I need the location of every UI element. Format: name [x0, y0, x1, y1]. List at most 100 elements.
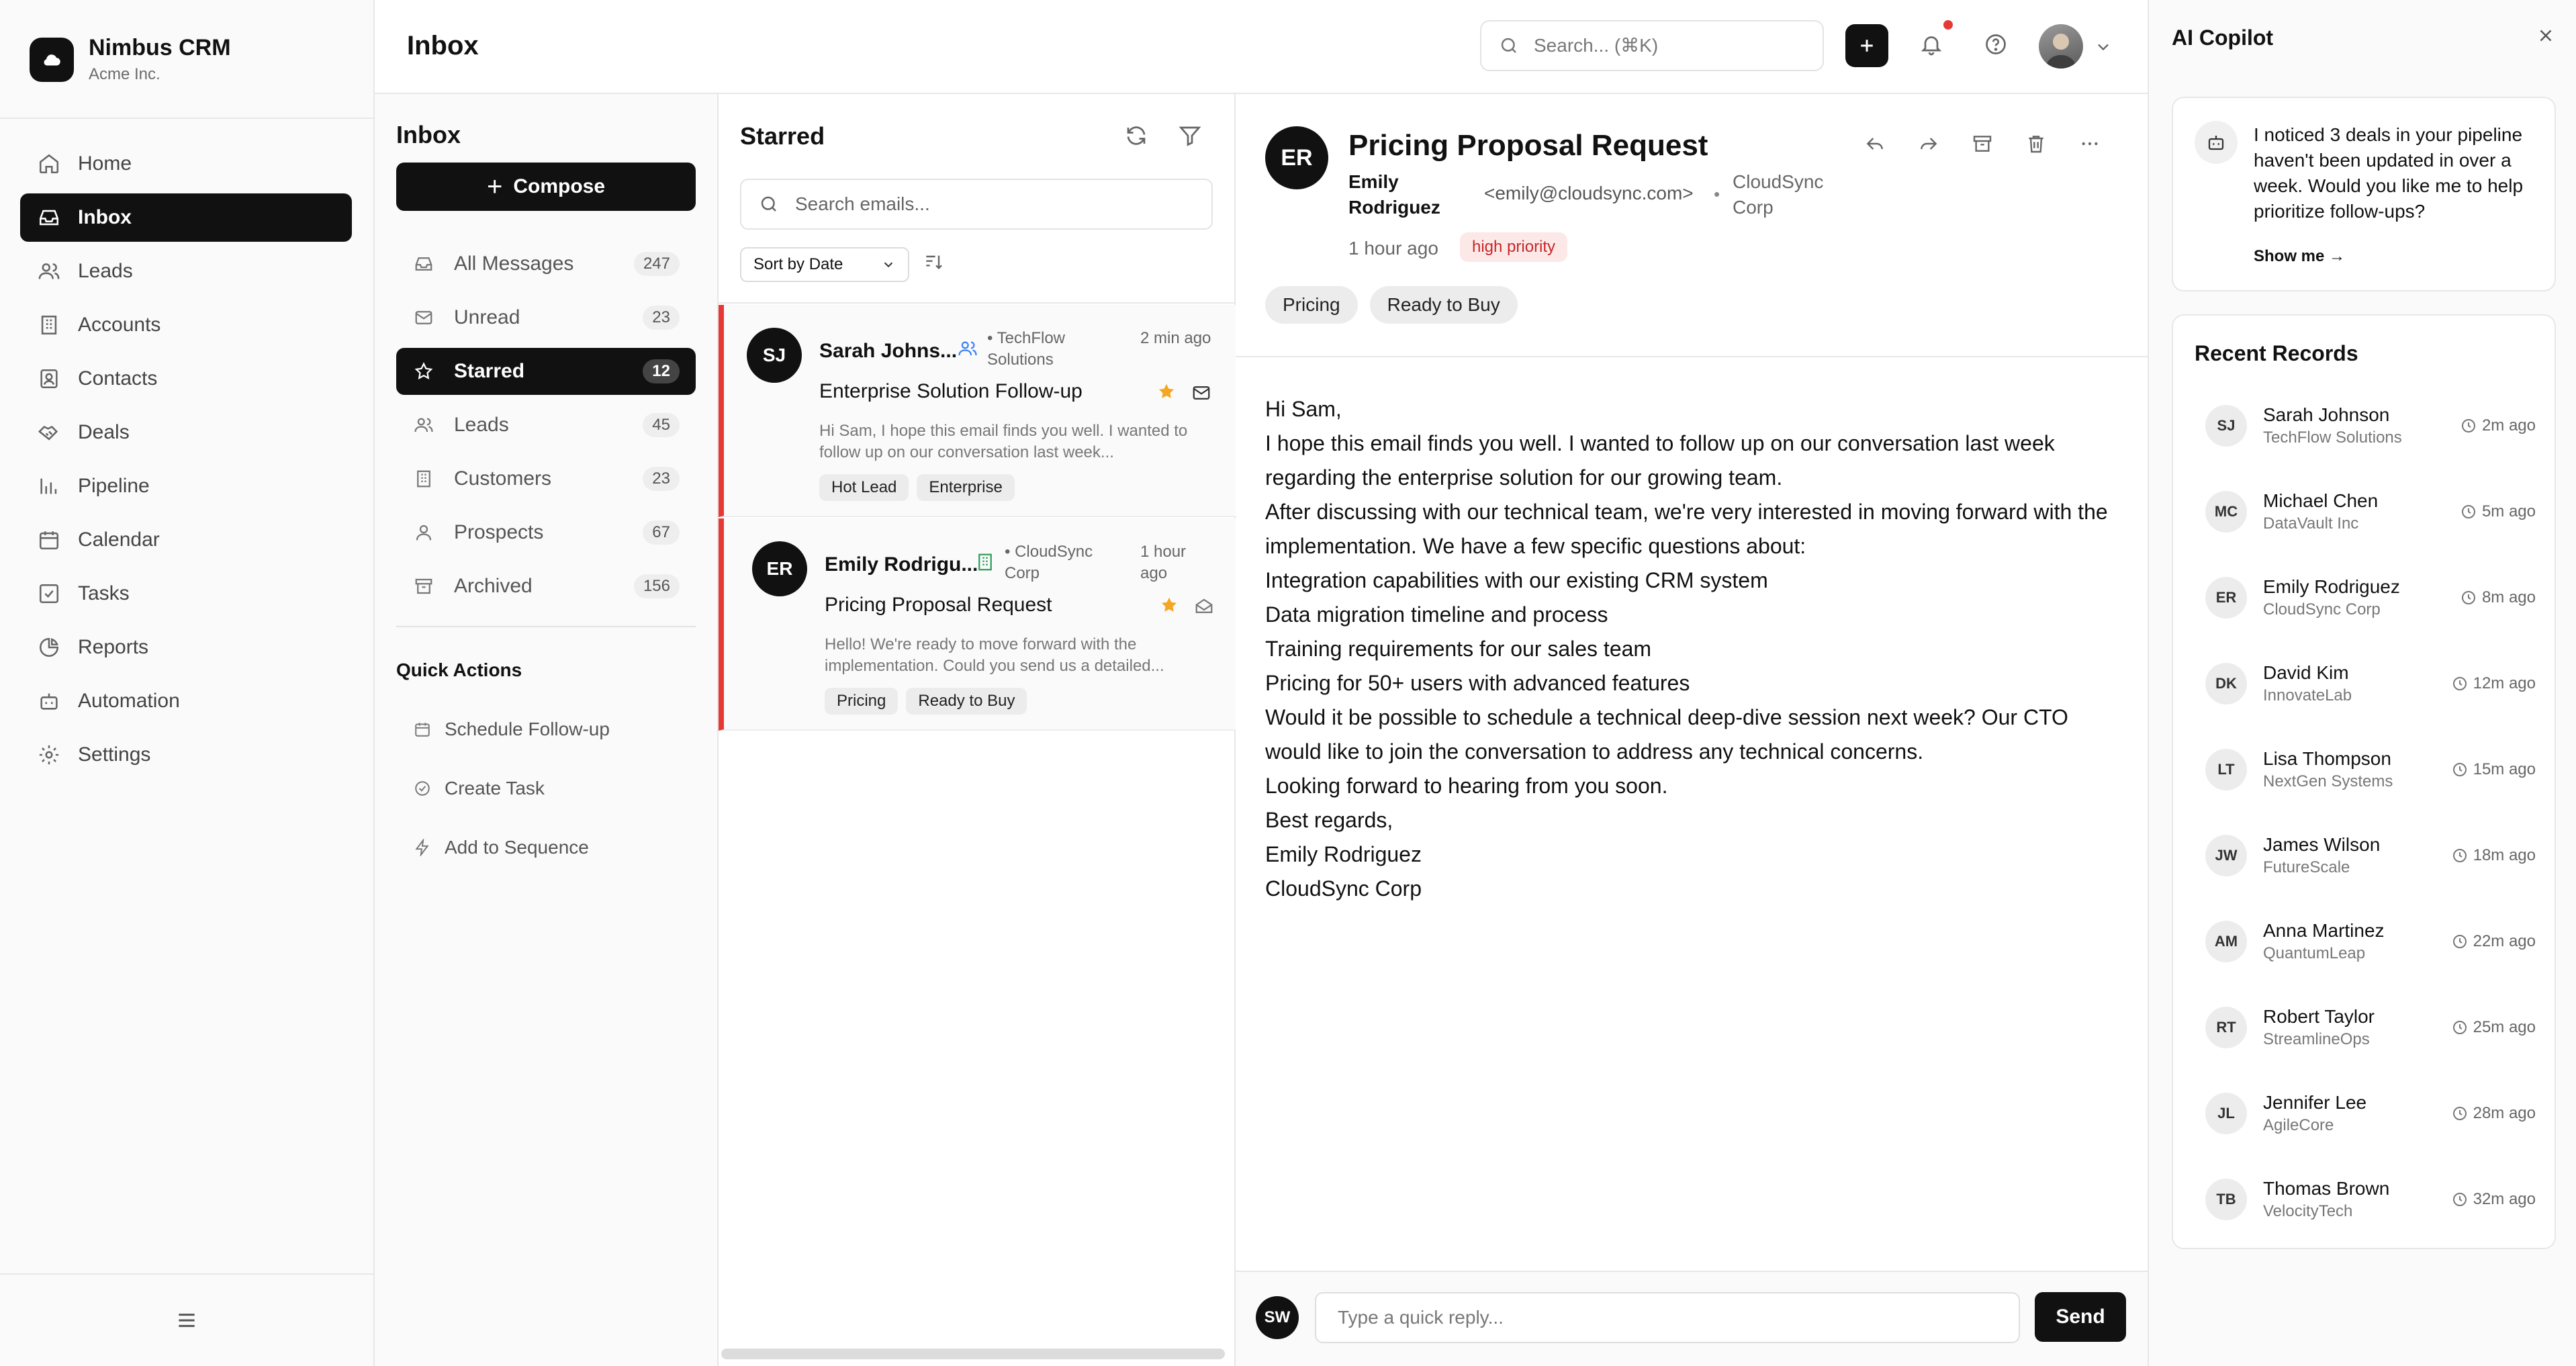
- nav-item-tasks[interactable]: Tasks: [20, 570, 352, 618]
- folder-starred[interactable]: Starred 12: [396, 348, 696, 395]
- folder-customers[interactable]: Customers 23: [396, 455, 696, 502]
- tag[interactable]: Pricing: [1265, 286, 1358, 324]
- recent-record[interactable]: TB Thomas Brown VelocityTech 32m ago: [2195, 1156, 2536, 1242]
- folders-title: Inbox: [396, 121, 461, 148]
- email-body: Hi Sam, I hope this email finds you well…: [1265, 392, 2118, 906]
- quick-action-create-task[interactable]: Create Task: [396, 759, 696, 818]
- nav-item-automation[interactable]: Automation: [20, 677, 352, 725]
- record-org: VelocityTech: [2263, 1202, 2353, 1220]
- close-icon[interactable]: [2536, 26, 2557, 47]
- sort-order-icon[interactable]: [923, 251, 948, 277]
- user-avatar[interactable]: [2039, 24, 2083, 69]
- forward-icon[interactable]: [1915, 130, 1942, 157]
- quick-action-add-to-sequence[interactable]: Add to Sequence: [396, 818, 696, 877]
- email-search[interactable]: [740, 179, 1213, 230]
- create-new-button[interactable]: [1845, 24, 1888, 67]
- nav-label: Tasks: [78, 582, 130, 604]
- nav-item-accounts[interactable]: Accounts: [20, 301, 352, 349]
- archive-icon[interactable]: [1969, 130, 1996, 157]
- nav-item-reports[interactable]: Reports: [20, 623, 352, 672]
- folder-archived[interactable]: Archived 156: [396, 563, 696, 610]
- hamburger-menu-icon[interactable]: [173, 1307, 200, 1334]
- recent-record[interactable]: MC Michael Chen DataVault Inc 5m ago: [2195, 469, 2536, 555]
- recent-record[interactable]: AM Anna Martinez QuantumLeap 22m ago: [2195, 899, 2536, 985]
- pie-chart-icon: [36, 635, 62, 660]
- quick-action-schedule-follow-up[interactable]: Schedule Follow-up: [396, 700, 696, 759]
- tag[interactable]: Ready to Buy: [1369, 286, 1518, 324]
- record-org: FutureScale: [2263, 858, 2350, 876]
- folder-prospects[interactable]: Prospects 67: [396, 509, 696, 556]
- recent-record[interactable]: JL Jennifer Lee AgileCore 28m ago: [2195, 1071, 2536, 1156]
- quick-reply-input[interactable]: [1315, 1292, 2020, 1343]
- body-line: Pricing for 50+ users with advanced feat…: [1265, 671, 1690, 695]
- folder-leads[interactable]: Leads 45: [396, 402, 696, 449]
- record-name: Thomas Brown: [2263, 1178, 2390, 1199]
- nav-label: Pipeline: [78, 475, 150, 497]
- sender-company: CloudSync Corp: [1733, 171, 1824, 218]
- nav-item-deals[interactable]: Deals: [20, 408, 352, 457]
- compose-button[interactable]: + Compose: [396, 163, 696, 211]
- nav-item-home[interactable]: Home: [20, 140, 352, 188]
- folders-panel: Inbox + Compose All Messages 247 Unread …: [375, 94, 719, 1366]
- sender-email[interactable]: <emily@cloudsync.com>: [1484, 183, 1694, 204]
- record-time: 8m ago: [2460, 588, 2536, 607]
- nav-item-contacts[interactable]: Contacts: [20, 355, 352, 403]
- refresh-icon[interactable]: [1124, 124, 1151, 150]
- reply-icon[interactable]: [1861, 130, 1888, 157]
- recent-record[interactable]: LT Lisa Thompson NextGen Systems 15m ago: [2195, 727, 2536, 813]
- chevron-down-icon[interactable]: [2094, 38, 2113, 56]
- divider: [396, 626, 696, 627]
- show-me-link[interactable]: Show me →: [2254, 247, 2345, 266]
- star-filled-icon[interactable]: [1156, 381, 1178, 403]
- notifications-bell-icon[interactable]: [1919, 32, 1946, 59]
- nav-label: Settings: [78, 743, 151, 766]
- contacts-relation-icon: [958, 338, 980, 361]
- record-time-text: 8m ago: [2481, 588, 2536, 606]
- more-horizontal-icon[interactable]: [2076, 130, 2103, 157]
- record-name: Jennifer Lee: [2263, 1092, 2367, 1113]
- horizontal-scrollbar[interactable]: [721, 1349, 1225, 1359]
- nav-item-pipeline[interactable]: Pipeline: [20, 462, 352, 510]
- plus-icon: +: [486, 172, 503, 201]
- send-button[interactable]: Send: [2035, 1292, 2126, 1342]
- nav-item-settings[interactable]: Settings: [20, 731, 352, 779]
- record-avatar: SJ: [2205, 405, 2247, 447]
- folder-count: 156: [633, 574, 680, 598]
- sort-label: Sort by Date: [753, 255, 843, 273]
- star-filled-icon[interactable]: [1159, 595, 1181, 617]
- email-list-item[interactable]: SJ Sarah Johns... • TechFlow Solutions 2…: [719, 305, 1236, 517]
- email-search-input[interactable]: [795, 193, 1185, 215]
- mail-open-icon[interactable]: [1194, 596, 1214, 617]
- nav-item-leads[interactable]: Leads: [20, 247, 352, 295]
- folder-all-messages[interactable]: All Messages 247: [396, 240, 696, 287]
- record-name: Anna Martinez: [2263, 920, 2385, 941]
- filter-icon[interactable]: [1178, 124, 1205, 150]
- folder-unread[interactable]: Unread 23: [396, 294, 696, 341]
- body-line: Data migration timeline and process: [1265, 602, 1608, 627]
- main-nav: Home Inbox Leads Accounts Contacts Deals: [20, 140, 352, 784]
- help-icon[interactable]: [1984, 32, 2011, 59]
- folder-label: All Messages: [454, 253, 574, 275]
- mail-icon[interactable]: [1191, 383, 1211, 403]
- clock-icon: [2452, 848, 2468, 864]
- recent-record[interactable]: ER Emily Rodriguez CloudSync Corp 8m ago: [2195, 555, 2536, 641]
- recent-record[interactable]: DK David Kim InnovateLab 12m ago: [2195, 641, 2536, 727]
- handshake-icon: [36, 420, 62, 445]
- nav-item-calendar[interactable]: Calendar: [20, 516, 352, 564]
- global-search[interactable]: [1480, 20, 1824, 71]
- clock-icon: [2452, 934, 2468, 950]
- email-tags: Pricing Ready to Buy: [825, 688, 1027, 715]
- trash-icon[interactable]: [2023, 130, 2050, 157]
- global-search-input[interactable]: [1534, 35, 1802, 56]
- recent-record[interactable]: RT Robert Taylor StreamlineOps 25m ago: [2195, 985, 2536, 1071]
- record-time: 5m ago: [2460, 502, 2536, 521]
- recent-record[interactable]: JW James Wilson FutureScale 18m ago: [2195, 813, 2536, 899]
- email-list-item-selected[interactable]: ER Emily Rodrigu... • CloudSync Corp 1 h…: [719, 518, 1236, 731]
- recent-record[interactable]: SJ Sarah Johnson TechFlow Solutions 2m ag…: [2195, 383, 2536, 469]
- nav-label: Reports: [78, 636, 149, 658]
- email-time: 1 hour ago: [1348, 238, 1438, 259]
- sort-dropdown[interactable]: Sort by Date: [740, 247, 909, 282]
- nav-item-inbox[interactable]: Inbox: [20, 193, 352, 242]
- brand[interactable]: Nimbus CRM Acme Inc.: [30, 35, 231, 84]
- record-org: AgileCore: [2263, 1116, 2334, 1134]
